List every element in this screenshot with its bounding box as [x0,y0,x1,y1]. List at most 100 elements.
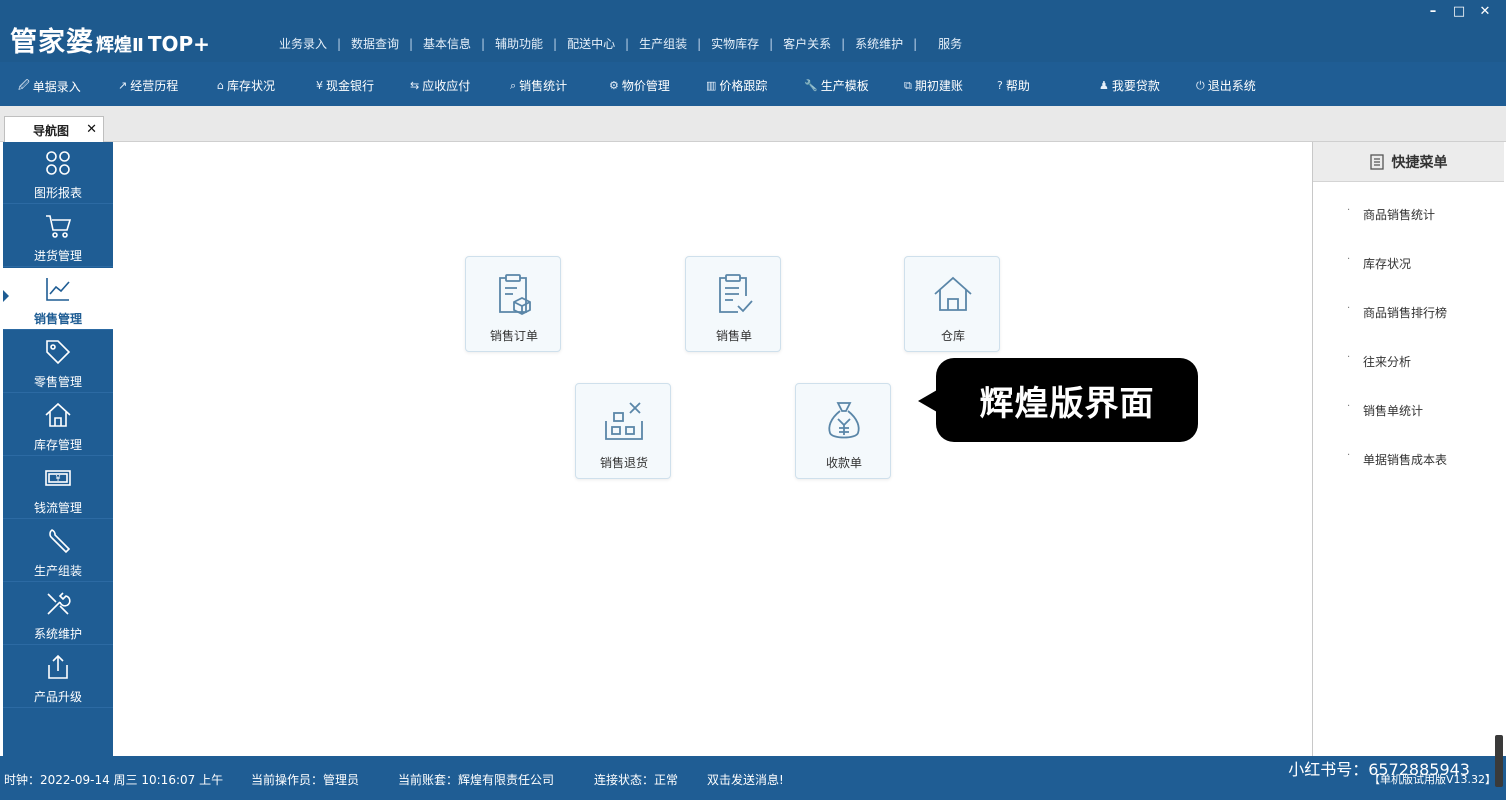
menu-item-distribution[interactable]: 配送中心 [560,35,622,52]
toolbar-receivable-payable-button[interactable]: ⇆ 应收应付 [410,77,470,94]
menu-item-auxiliary[interactable]: 辅助功能 [488,35,550,52]
exchange-icon: ⇆ [410,79,420,92]
quick-item-account-analysis[interactable]: 往来分析 [1363,353,1411,370]
quick-item-stock-status[interactable]: 库存状况 [1363,255,1411,272]
tile-warehouse[interactable]: 仓库 [904,256,1000,352]
toolbar-stock-status-button[interactable]: ⌂ 库存状况 [217,77,275,94]
upload-icon [48,654,68,679]
logo-main-text: 管家婆 [10,27,94,58]
yen-icon: ¥ [316,79,323,92]
tab-navigation-map[interactable]: 导航图 ✕ [4,116,104,143]
status-account: 当前账套：辉煌有限责任公司 [398,773,555,787]
main-toolbar: 🖉 单据录入 ↗ 经营历程 ⌂ 库存状况 ¥ 现金银行 ⇆ 应收应付 ⌕ 销售统计 ⚙ 物价管… [0,62,1506,106]
home-icon: ⌂ [217,79,224,92]
tag-icon [46,340,71,365]
menu-item-business-entry[interactable]: 业务录入 [272,35,334,52]
tile-receipt[interactable]: 收款单 [795,383,891,479]
nav-item-graphic-reports[interactable]: 图形报表 [3,142,113,204]
toolbar-price-tracking-button[interactable]: ▥ 价格跟踪 [706,77,767,94]
left-navigation: 图形报表 进货管理 销售管理 零售管理 库存管理 ¥ 钱流管理 生产组装 系统维… [3,142,113,756]
toolbar-business-history-button[interactable]: ↗ 经营历程 [118,77,178,94]
help-icon: ? [997,79,1003,92]
nav-item-production[interactable]: 生产组装 [3,520,113,582]
menu-item-system[interactable]: 系统维护 [848,35,910,52]
scroll-indicator[interactable] [1495,735,1503,787]
toolbar-opening-account-button[interactable]: ⧉ 期初建账 [904,77,963,94]
toolbar-document-entry-button[interactable]: 🖉 单据录入 [18,77,81,96]
tile-sales-slip[interactable]: 销售单 [685,256,781,352]
quick-item-product-sales-stats[interactable]: 商品销售统计 [1363,206,1435,223]
svg-text:¥: ¥ [55,474,60,483]
gear-icon: ⚙ [609,79,619,92]
menu-separator: | [697,36,702,51]
nav-item-product-upgrade[interactable]: 产品升级 [3,646,113,708]
tile-sales-return[interactable]: 销售退货 [575,383,671,479]
close-icon[interactable]: ✕ [1476,4,1494,19]
wrench-icon: 🔧 [804,79,818,92]
menu-item-customer[interactable]: 客户关系 [776,35,838,52]
return-goods-icon [605,402,643,440]
toolbar-price-management-button[interactable]: ⚙ 物价管理 [609,77,670,94]
minimize-icon[interactable]: – [1424,4,1442,19]
order-box-icon [499,274,531,316]
maximize-icon[interactable]: □ [1450,4,1468,19]
toolbar-loan-button[interactable]: ♟ 我要贷款 [1099,77,1160,94]
logo-sub-text: 辉煌Ⅱ [96,35,144,56]
toolbar-cash-bank-button[interactable]: ¥ 现金银行 [316,77,374,94]
trend-chart-icon [46,278,70,301]
menu-separator: | [553,36,558,51]
money-bag-icon: ♟ [1099,79,1109,92]
app-logo: 管家婆 辉煌Ⅱ TOP+ [10,20,210,59]
bullet: · [1347,303,1351,314]
bar-chart-icon: ▥ [706,79,717,92]
warehouse-icon [934,276,972,311]
nav-item-inventory[interactable]: 库存管理 [3,394,113,456]
quick-menu-title: 快捷菜单 [1391,154,1448,171]
toolbar-sales-stats-button[interactable]: ⌕ 销售统计 [510,77,567,94]
menu-separator: | [625,36,630,51]
toolbar-help-button[interactable]: ? 帮助 [997,77,1030,94]
cart-icon [46,215,72,238]
nav-item-sales[interactable]: 销售管理 [3,268,113,330]
status-send-message[interactable]: 双击发送消息! [707,771,784,788]
quick-item-sales-ranking[interactable]: 商品销售排行榜 [1363,304,1447,321]
nav-item-system-maintenance[interactable]: 系统维护 [3,583,113,645]
toolbar-exit-button[interactable]: ⏻ 退出系统 [1196,77,1256,94]
active-nav-marker [3,290,9,302]
top-menu: 业务录入 | 数据查询 | 基本信息 | 辅助功能 | 配送中心 | 生产组装 | 实物库存… [272,35,969,52]
power-icon: ⏻ [1196,78,1205,92]
document-edit-icon: 🖉 [18,79,30,92]
bullet: · [1347,450,1351,461]
tab-close-icon[interactable]: ✕ [86,122,97,137]
menu-item-service[interactable]: 服务 [920,35,969,52]
checklist-icon [719,274,753,313]
menu-item-basic-info[interactable]: 基本信息 [416,35,478,52]
document-icon [1369,153,1384,170]
bullet: · [1347,401,1351,412]
tile-sales-order[interactable]: 销售订单 [465,256,561,352]
window-controls: – □ ✕ [1424,4,1494,19]
trend-icon: ↗ [118,79,128,92]
toolbar-production-template-button[interactable]: 🔧 生产模板 [804,77,869,94]
nav-item-purchase[interactable]: 进货管理 [3,205,113,267]
status-connection: 连接状态：正常 [594,773,679,787]
logo-top-text: TOP+ [147,32,210,56]
tab-label: 导航图 [33,123,70,138]
banknote-icon: ¥ [45,470,71,486]
menu-separator: | [409,36,414,51]
bullet: · [1347,205,1351,216]
quick-menu-header: 快捷菜单 [1313,142,1504,182]
quick-item-cost-report[interactable]: 单据销售成本表 [1363,451,1447,468]
nav-item-cashflow[interactable]: ¥ 钱流管理 [3,457,113,519]
search-icon: ⌕ [510,78,517,92]
quick-item-sales-slip-stats[interactable]: 销售单统计 [1363,402,1423,419]
external-link-icon: ⧉ [904,78,912,92]
menu-separator: | [841,36,846,51]
tab-strip: 导航图 ✕ [0,106,1506,143]
menu-item-data-query[interactable]: 数据查询 [344,35,406,52]
menu-item-physical-stock[interactable]: 实物库存 [704,35,766,52]
bullet: · [1347,352,1351,363]
menu-item-production[interactable]: 生产组装 [632,35,694,52]
tools-icon [47,592,71,615]
nav-item-retail[interactable]: 零售管理 [3,331,113,393]
